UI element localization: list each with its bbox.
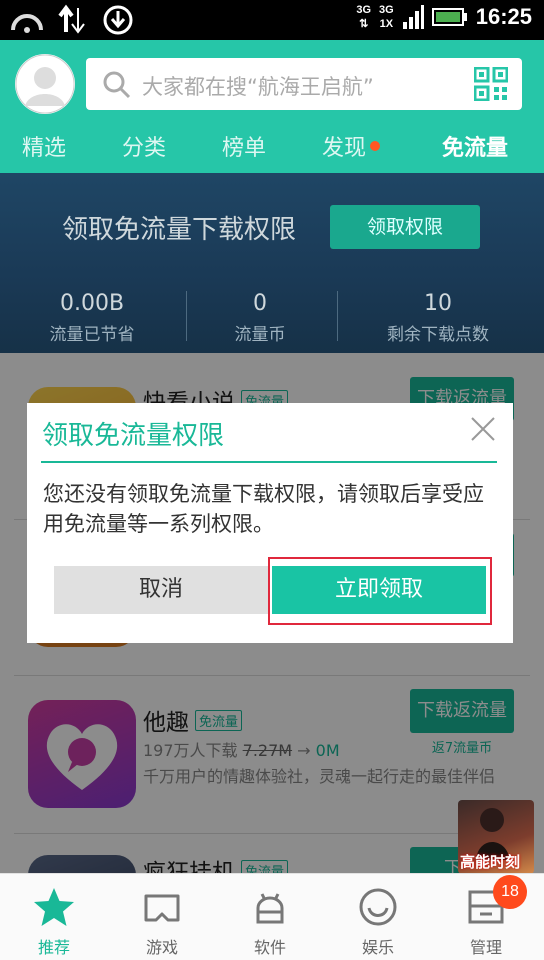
stat-value: 0.00B [59, 291, 125, 316]
stat-data-saved: 0.00B 流量已节省 [2, 291, 182, 345]
nav-label: 游戏 [145, 938, 178, 957]
data-transfer-icon [58, 4, 85, 34]
float-ad-text: 高能时刻 [460, 853, 521, 871]
stat-label: 剩余下载点数 [387, 325, 489, 345]
user-avatar[interactable] [15, 54, 75, 114]
nav-recommend[interactable]: 推荐 [4, 886, 104, 958]
status-bar: 3G ⇅ 3G 1X 16:25 [0, 0, 544, 40]
qr-scan-icon[interactable] [474, 67, 508, 101]
signal-bars-icon [402, 5, 424, 29]
divider [337, 291, 338, 341]
sync-arc-icon [11, 14, 43, 33]
battery-icon [431, 8, 467, 26]
free-data-banner: 领取免流量下载权限 领取权限 0.00B 流量已节省 0 流量币 10 剩余下载… [0, 173, 544, 353]
search-placeholder: 大家都在搜“航海王启航” [142, 75, 374, 99]
stat-label: 流量币 [234, 325, 286, 345]
stats-row: 0.00B 流量已节省 0 流量币 10 剩余下载点数 [0, 283, 544, 353]
floating-game-ad[interactable]: 高能时刻 [458, 800, 534, 874]
nav-label: 软件 [253, 938, 286, 957]
tab-featured[interactable]: 精选 [22, 130, 66, 162]
network-signal-indicator: 3G 1X [379, 4, 394, 30]
stat-label: 流量已节省 [49, 325, 135, 345]
highlight-box [268, 557, 492, 625]
star-icon [34, 888, 74, 926]
clock: 16:25 [475, 4, 532, 29]
nav-games[interactable]: 游戏 [112, 886, 212, 958]
close-icon[interactable] [469, 415, 497, 443]
new-dot-indicator [370, 141, 381, 151]
dialog-title: 领取免流量权限 [42, 421, 225, 451]
search-bar[interactable]: 大家都在搜“航海王启航” [86, 58, 522, 110]
android-icon [256, 893, 284, 924]
stat-value: 10 [424, 291, 452, 316]
app-header: 大家都在搜“航海王启航” 精选 分类 榜单 发现 免流量 [0, 40, 544, 173]
cancel-button[interactable]: 取消 [54, 566, 268, 614]
nav-label: 推荐 [37, 938, 70, 957]
dialog-divider [41, 461, 497, 463]
dialog-message: 您还没有领取免流量下载权限，请领取后享受应用免流量等一系列权限。 [43, 482, 484, 536]
stat-value: 0 [253, 291, 267, 316]
banner-title: 领取免流量下载权限 [62, 215, 297, 245]
search-icon [103, 71, 131, 99]
nav-label: 管理 [469, 938, 502, 957]
bottom-navigation: 推荐 游戏 软件 娱乐 管理 [0, 873, 544, 960]
download-status-icon [103, 5, 133, 35]
manage-count-badge: 18 [493, 875, 527, 909]
stat-data-coins: 0 流量币 [170, 291, 350, 345]
nav-entertainment[interactable]: 娱乐 [328, 886, 428, 958]
nav-software[interactable]: 软件 [220, 886, 320, 958]
tab-rankings[interactable]: 榜单 [222, 130, 266, 162]
category-tabs: 精选 分类 榜单 发现 免流量 [0, 126, 544, 166]
gamepad-icon [144, 894, 180, 922]
tab-categories[interactable]: 分类 [122, 130, 166, 162]
smiley-icon [359, 888, 397, 926]
tab-free-data[interactable]: 免流量 [442, 130, 508, 162]
network-3g-indicator: 3G ⇅ [356, 4, 372, 30]
claim-permission-button[interactable]: 领取权限 [330, 205, 480, 249]
user-icon [15, 54, 75, 114]
nav-label: 娱乐 [361, 938, 394, 957]
tab-discover-label: 发现 [322, 136, 367, 161]
tab-discover[interactable]: 发现 [322, 130, 381, 162]
stat-download-points: 10 剩余下载点数 [348, 291, 528, 345]
